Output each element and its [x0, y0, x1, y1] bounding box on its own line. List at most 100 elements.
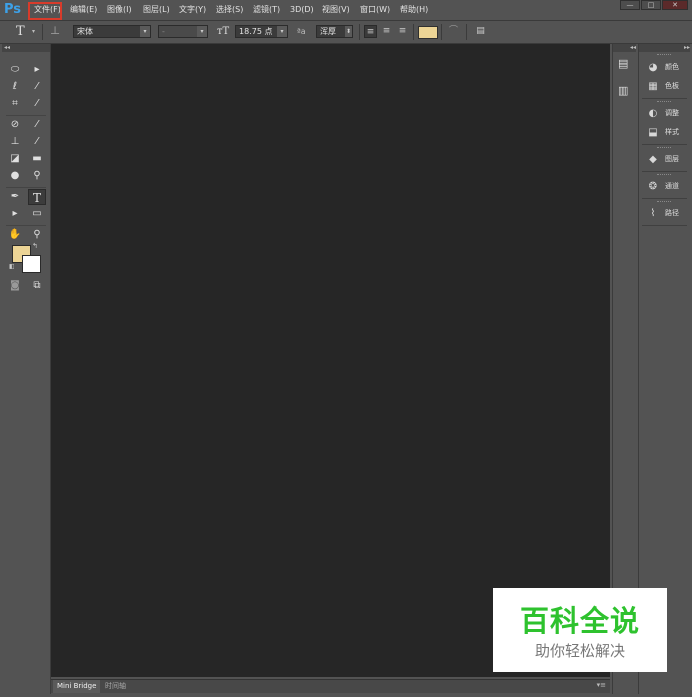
separator — [466, 24, 467, 40]
panel-channels[interactable]: ❂ 通道 — [641, 178, 688, 195]
tab-mini-bridge[interactable]: Mini Bridge — [53, 680, 101, 693]
preset-dropdown-icon[interactable]: ▾ — [32, 28, 35, 35]
hand-tool-icon[interactable]: ✋ — [6, 227, 24, 243]
marquee-tool-icon[interactable]: ⬭ — [6, 62, 24, 78]
watermark-logo: 百科全说 助你轻松解决 — [493, 588, 667, 672]
align-right-icon[interactable]: ≡ — [396, 25, 409, 38]
menu-image[interactable]: 图像(I) — [105, 2, 134, 17]
app-logo: Ps — [4, 2, 22, 17]
menu-layer[interactable]: 图层(L) — [141, 2, 172, 17]
type-tool-icon[interactable]: T — [28, 189, 46, 205]
font-size-icon: ᴛT — [217, 26, 230, 37]
menu-select[interactable]: 选择(S) — [214, 2, 245, 17]
canvas-area[interactable] — [51, 44, 610, 677]
swatches-icon: ▦ — [648, 81, 658, 92]
crop-tool-icon[interactable]: ⌗ — [6, 96, 24, 112]
quick-select-tool-icon[interactable]: ⁄ — [28, 79, 46, 95]
maximize-button[interactable]: □ — [641, 0, 661, 10]
clone-stamp-tool-icon[interactable]: ⊥ — [6, 134, 24, 150]
panel-menu-icon[interactable]: ▾≡ — [597, 681, 606, 689]
eraser-tool-icon[interactable]: ◪ — [6, 151, 24, 167]
close-button[interactable]: ✕ — [662, 0, 688, 10]
panel-styles[interactable]: ⬓ 样式 — [641, 124, 688, 141]
text-color-swatch[interactable] — [418, 26, 438, 39]
channels-icon: ❂ — [648, 181, 658, 192]
blur-tool-icon[interactable]: ● — [6, 168, 24, 184]
toolbox-collapse-icon[interactable]: ◂◂ — [2, 44, 50, 52]
background-color-swatch[interactable] — [22, 255, 41, 273]
properties-panel-icon[interactable]: ▥ — [618, 84, 628, 97]
text-orientation-icon[interactable]: ⊥ — [50, 24, 60, 37]
panel-swatches[interactable]: ▦ 色板 — [641, 78, 688, 95]
menu-edit[interactable]: 编辑(E) — [68, 2, 99, 17]
separator — [642, 144, 687, 145]
group-grip[interactable] — [657, 201, 671, 204]
antialias-select[interactable]: 浑厚 ⬍ — [316, 25, 353, 38]
options-bar: T ▾ ⊥ 宋体 ▾ - ▾ ᴛT 18.75 点 ▾ ªa 浑厚 ⬍ ≡ ≡ … — [0, 21, 692, 44]
group-grip[interactable] — [657, 101, 671, 104]
panel-styles-label: 样式 — [665, 128, 679, 136]
separator — [413, 24, 414, 40]
align-left-icon[interactable]: ≡ — [364, 25, 377, 38]
group-grip[interactable] — [657, 147, 671, 150]
paths-icon: ⌇ — [650, 208, 656, 219]
chevron-down-icon: ▾ — [197, 26, 207, 37]
panel-layers[interactable]: ◆ 图层 — [641, 151, 688, 168]
panel-channels-label: 通道 — [665, 182, 679, 190]
quick-mask-icon[interactable]: ◙ — [6, 278, 24, 294]
path-select-tool-icon[interactable]: ▸ — [6, 206, 24, 222]
default-colors-icon[interactable]: ◧ — [9, 263, 15, 270]
move-tool-icon[interactable]: ▸ — [28, 62, 46, 78]
gradient-tool-icon[interactable]: ▬ — [28, 151, 46, 167]
layers-icon: ◆ — [649, 154, 657, 165]
font-size-value: 18.75 点 — [239, 27, 273, 36]
minimize-button[interactable]: — — [620, 0, 640, 10]
font-style-select[interactable]: - ▾ — [158, 25, 208, 38]
menu-view[interactable]: 视图(V) — [320, 2, 352, 17]
healing-brush-tool-icon[interactable]: ⊘ — [6, 117, 24, 133]
align-center-icon[interactable]: ≡ — [380, 25, 393, 38]
font-size-select[interactable]: 18.75 点 ▾ — [235, 25, 288, 38]
watermark-title: 百科全说 — [519, 604, 640, 638]
palette-icon: ◕ — [648, 62, 658, 73]
tab-timeline[interactable]: 时间轴 — [101, 680, 130, 693]
swap-colors-icon[interactable]: ↰ — [32, 242, 38, 250]
separator — [642, 198, 687, 199]
separator — [42, 24, 43, 40]
lasso-tool-icon[interactable]: ℓ — [6, 79, 24, 95]
group-grip[interactable] — [657, 174, 671, 177]
panel-color-label: 颜色 — [665, 63, 679, 71]
history-brush-tool-icon[interactable]: ⁄ — [28, 134, 46, 150]
rectangle-tool-icon[interactable]: ▭ — [28, 206, 46, 222]
screen-mode-icon[interactable]: ⧉ — [28, 278, 46, 294]
menu-filter[interactable]: 滤镜(T) — [251, 2, 282, 17]
group-grip[interactable] — [657, 54, 671, 57]
pen-tool-icon[interactable]: ✒ — [6, 189, 24, 205]
separator — [6, 187, 46, 188]
font-family-select[interactable]: 宋体 ▾ — [73, 25, 151, 38]
panel-color[interactable]: ◕ 颜色 — [641, 59, 688, 76]
zoom-tool-icon[interactable]: ⚲ — [28, 227, 46, 243]
column-collapse-icon[interactable]: ◂◂ — [613, 44, 636, 52]
separator — [642, 98, 687, 99]
panel-adjustments[interactable]: ◐ 调整 — [641, 105, 688, 122]
warp-text-icon[interactable]: ⌒ — [447, 25, 460, 38]
menu-window[interactable]: 窗口(W) — [358, 2, 392, 17]
panel-paths[interactable]: ⌇ 路径 — [641, 205, 688, 222]
character-panel-icon[interactable]: ▤ — [474, 25, 487, 38]
dock-collapse-icon[interactable]: ▸▸ — [639, 44, 690, 52]
antialias-icon: ªa — [297, 27, 306, 36]
styles-icon: ⬓ — [648, 127, 658, 138]
history-panel-icon[interactable]: ▤ — [618, 57, 628, 70]
chevron-updown-icon: ⬍ — [345, 26, 352, 37]
menu-type[interactable]: 文字(Y) — [177, 2, 208, 17]
eyedropper-tool-icon[interactable]: ⁄ — [28, 96, 46, 112]
menu-help[interactable]: 帮助(H) — [398, 2, 430, 17]
dodge-tool-icon[interactable]: ⚲ — [28, 168, 46, 184]
type-tool-preset-icon[interactable]: T — [16, 24, 25, 39]
separator — [642, 225, 687, 226]
menu-3d[interactable]: 3D(D) — [288, 2, 316, 17]
brush-tool-icon[interactable]: ⁄ — [28, 117, 46, 133]
chevron-down-icon: ▾ — [140, 26, 150, 37]
separator — [6, 115, 46, 116]
